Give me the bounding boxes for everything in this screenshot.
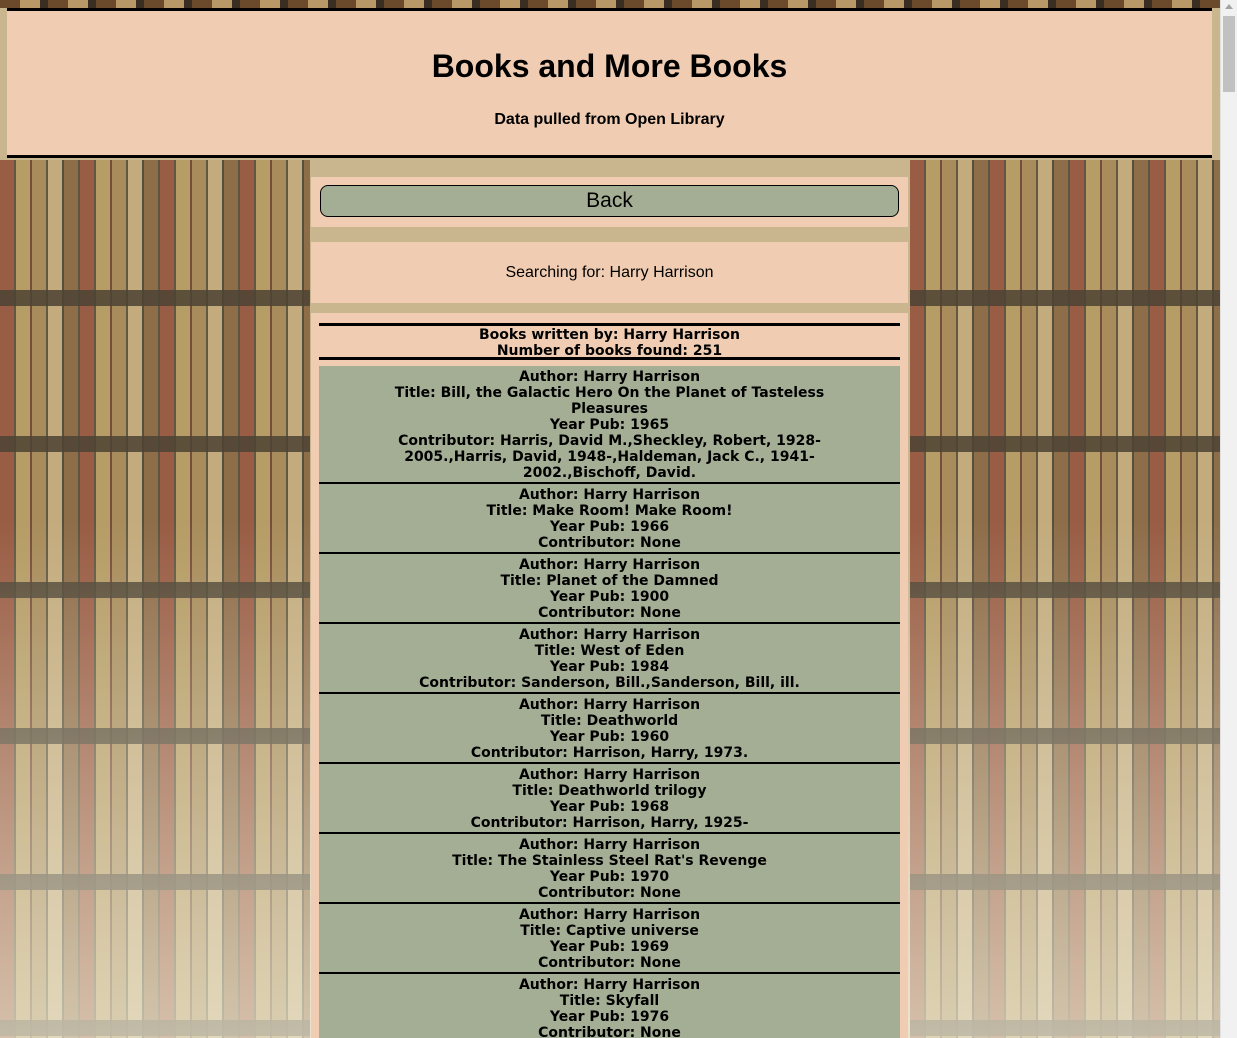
book-year: Year Pub: 1966 [549,519,670,535]
book-card: Author: Harry Harrison Title: Skyfall Year… [319,974,900,1038]
page-title: Books and More Books [431,48,788,84]
book-contributor: Contributor: Harrison, Harry, 1973. [470,745,749,761]
book-contributor: Contributor: None [538,885,681,901]
book-card: Author: Harry Harrison Title: Captive uni… [319,904,900,974]
book-author: Author: Harry Harrison [518,369,701,385]
book-year: Year Pub: 1965 [549,417,670,433]
book-list: Author: Harry Harrison Title: Bill, the G… [319,366,900,1038]
book-contributor: Contributor: None [538,955,681,971]
book-author: Author: Harry Harrison [518,627,701,643]
book-contributor: Contributor: None [538,605,681,621]
book-year: Year Pub: 1976 [549,1009,670,1025]
results-count: Number of books found: 251 [496,343,723,359]
book-contributor: Contributor: None [538,535,681,551]
book-title: Title: Bill, the Galactic Hero On the Pl… [394,385,825,417]
book-year: Year Pub: 1900 [549,589,670,605]
book-card: Author: Harry Harrison Title: The Stainle… [319,834,900,904]
book-card: Author: Harry Harrison Title: Make Room! … [319,484,900,554]
book-title: Title: Captive universe [520,923,699,939]
book-year: Year Pub: 1984 [549,659,670,675]
book-author: Author: Harry Harrison [518,487,701,503]
book-contributor: Contributor: Harris, David M.,Sheckley, … [398,433,821,481]
book-title: Title: Deathworld [540,713,679,729]
scrollbar-thumb[interactable] [1223,16,1235,92]
book-author: Author: Harry Harrison [518,837,701,853]
page-header: Books and More Books Data pulled from Op… [7,8,1212,158]
results-author-heading: Books written by: Harry Harrison [478,327,741,343]
results-panel: Books written by: Harry Harrison Number … [311,313,908,1038]
results-header: Books written by: Harry Harrison Number … [319,323,900,360]
book-card: Author: Harry Harrison Title: Deathworld … [319,764,900,834]
book-author: Author: Harry Harrison [518,977,701,993]
book-author: Author: Harry Harrison [518,697,701,713]
book-author: Author: Harry Harrison [518,767,701,783]
scroll-up-arrow-icon[interactable] [1225,4,1233,9]
book-author: Author: Harry Harrison [518,557,701,573]
book-title: Title: West of Eden [534,643,685,659]
back-button[interactable]: Back [320,185,899,217]
search-status-panel: Searching for: Harry Harrison [311,242,908,303]
back-button-panel: Back [311,177,908,227]
book-card: Author: Harry Harrison Title: Deathworld Y… [319,694,900,764]
book-year: Year Pub: 1960 [549,729,670,745]
book-contributor: Contributor: None [538,1025,681,1038]
page-subtitle: Data pulled from Open Library [494,111,725,128]
search-status-text: Searching for: Harry Harrison [505,264,714,281]
book-contributor: Contributor: Sanderson, Bill.,Sanderson,… [419,675,800,691]
book-year: Year Pub: 1970 [549,869,670,885]
book-title: Title: The Stainless Steel Rat's Revenge [452,853,767,869]
book-card: Author: Harry Harrison Title: Planet of t… [319,554,900,624]
book-title: Title: Make Room! Make Room! [486,503,733,519]
page-scrollbar[interactable] [1220,0,1237,1038]
book-year: Year Pub: 1968 [549,799,670,815]
book-title: Title: Planet of the Damned [500,573,719,589]
book-card: Author: Harry Harrison Title: West of Ede… [319,624,900,694]
book-year: Year Pub: 1969 [549,939,670,955]
book-title: Title: Skyfall [559,993,660,1009]
book-card: Author: Harry Harrison Title: Bill, the G… [319,366,900,484]
book-title: Title: Deathworld trilogy [512,783,707,799]
book-author: Author: Harry Harrison [518,907,701,923]
book-contributor: Contributor: Harrison, Harry, 1925- [470,815,749,831]
